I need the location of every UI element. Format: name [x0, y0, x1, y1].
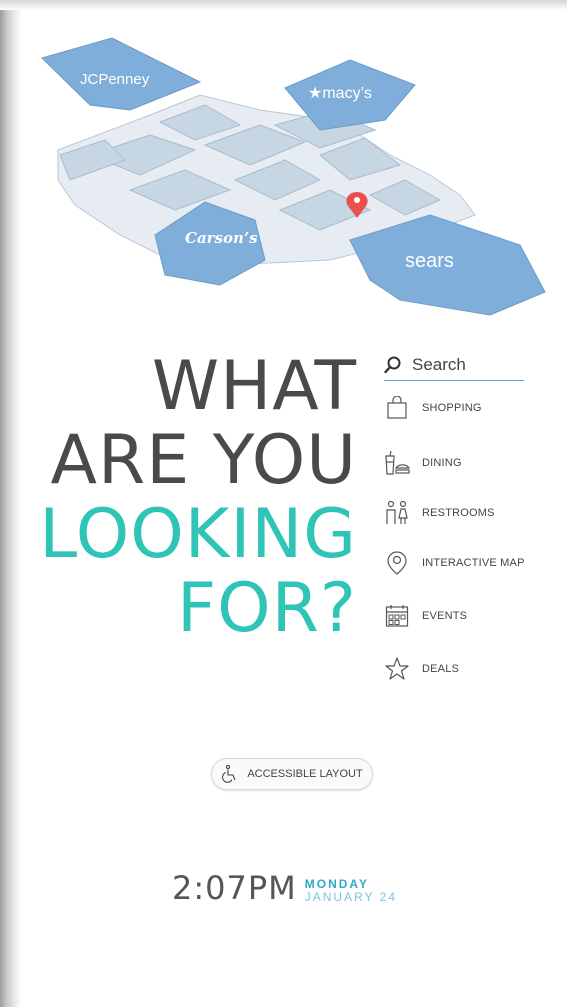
anchor-sears-label: sears	[405, 250, 454, 272]
calendar-icon	[384, 603, 410, 629]
map-pin-icon	[384, 550, 410, 576]
menu-item-deals[interactable]: DEALS	[384, 656, 459, 682]
mall-map[interactable]: JCPenney ★macy’s Carson’s sears	[30, 30, 550, 320]
menu-item-shopping[interactable]: SHOPPING	[384, 395, 482, 421]
clock-month-day: JANUARY 24	[304, 890, 398, 904]
headline-line-3: LOOKING	[39, 495, 357, 574]
menu-item-label: INTERACTIVE MAP	[422, 557, 525, 569]
edge-shadow	[0, 0, 22, 1007]
top-shadow	[0, 0, 567, 10]
restroom-icon	[384, 500, 410, 526]
headline-line-4: FOR?	[177, 569, 357, 648]
anchor-jcpenney-label: JCPenney	[80, 71, 150, 88]
search-field[interactable]: Search	[384, 350, 524, 381]
accessible-layout-label: ACCESSIBLE LAYOUT	[247, 768, 363, 780]
accessible-layout-button[interactable]: ACCESSIBLE LAYOUT	[211, 758, 373, 790]
clock-time: 2:07PM	[172, 869, 297, 907]
category-menu: Search SHOPPING DINING RESTROOMS INTERAC…	[384, 350, 544, 680]
star-icon	[384, 656, 410, 682]
clock: 2:07PM MONDAY JANUARY 24	[172, 870, 397, 906]
headline: WHAT ARE YOU LOOKING FOR?	[39, 350, 357, 646]
shopping-bag-icon	[384, 395, 410, 421]
menu-item-label: RESTROOMS	[422, 507, 495, 519]
search-icon	[384, 356, 401, 374]
dining-icon	[384, 450, 410, 476]
anchor-macys-label: ★macy’s	[308, 85, 372, 102]
menu-item-label: SHOPPING	[422, 402, 482, 414]
search-label: Search	[412, 355, 466, 374]
menu-item-label: DEALS	[422, 663, 460, 675]
wheelchair-icon	[222, 765, 236, 783]
headline-line-2: ARE YOU	[50, 421, 357, 500]
menu-item-dining[interactable]: DINING	[384, 450, 462, 476]
menu-item-label: DINING	[422, 457, 462, 469]
headline-line-1: WHAT	[151, 347, 357, 426]
anchor-carsons-label: Carson’s	[185, 229, 258, 247]
menu-item-events[interactable]: EVENTS	[384, 603, 467, 629]
menu-item-interactive-map[interactable]: INTERACTIVE MAP	[384, 550, 525, 576]
menu-item-label: EVENTS	[422, 610, 468, 622]
menu-item-restrooms[interactable]: RESTROOMS	[384, 500, 495, 526]
clock-date: MONDAY JANUARY 24	[305, 870, 397, 904]
